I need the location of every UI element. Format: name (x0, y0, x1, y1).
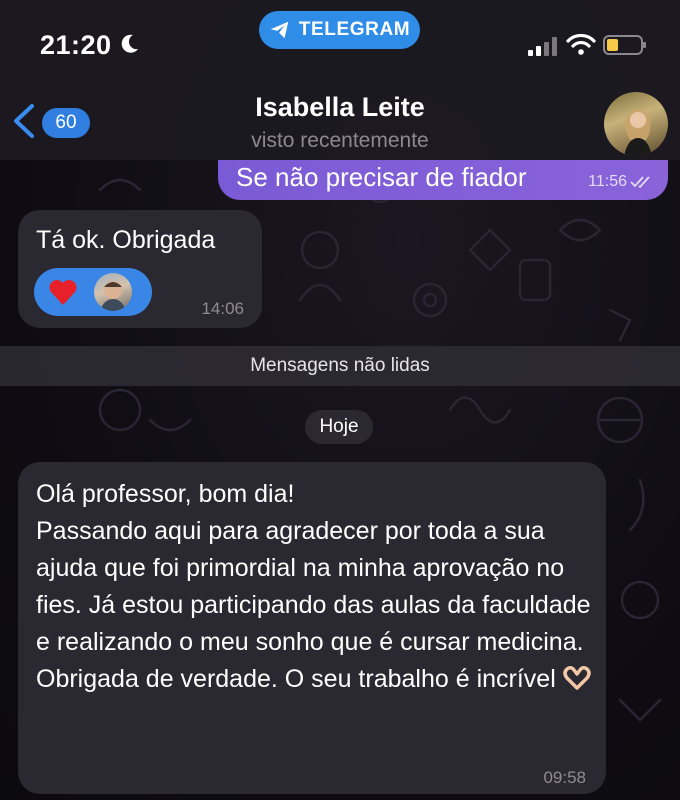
date-chip: Hoje (305, 410, 373, 444)
battery-icon (603, 35, 646, 55)
reactor-avatar (94, 273, 132, 311)
unread-divider: Mensagens não lidas (0, 346, 680, 386)
contact-avatar[interactable] (604, 92, 668, 156)
avatar-photo (624, 109, 652, 156)
pill-label: TELEGRAM (298, 19, 411, 40)
message-text: Olá professor, bom dia! Passando aqui pa… (36, 476, 596, 698)
header: 21:20 TELEGRAM 60 Isabella Leite visto r… (0, 0, 680, 160)
message-time: 09:58 (543, 768, 586, 787)
telegram-pill[interactable]: TELEGRAM (259, 11, 420, 49)
message-body: Olá professor, bom dia! Passando aqui pa… (36, 480, 591, 693)
wifi-icon (566, 33, 596, 55)
message-text: Se não precisar de fiador (236, 162, 527, 192)
paper-plane-icon (270, 21, 289, 39)
status-time: 21:20 (40, 30, 112, 60)
contact-status: visto recentemente (251, 129, 429, 152)
message-text: Tá ok. Obrigada (36, 226, 216, 254)
message-incoming[interactable]: Tá ok. Obrigada 14:06 (18, 210, 262, 328)
message-incoming[interactable]: Olá professor, bom dia! Passando aqui pa… (18, 462, 606, 794)
moon-icon (121, 34, 138, 53)
contact-name[interactable]: Isabella Leite (0, 92, 680, 123)
message-time: 11:56 (588, 173, 627, 190)
reaction-chip[interactable] (34, 268, 152, 316)
message-meta: 11:56 (588, 170, 654, 194)
message-outgoing[interactable]: Se não precisar de fiador 11:56 (218, 160, 668, 200)
heart-hands-icon (563, 666, 591, 690)
signal-icon (528, 37, 557, 56)
message-time: 14:06 (201, 299, 244, 318)
heart-icon (49, 280, 77, 305)
double-check-icon (630, 176, 650, 189)
